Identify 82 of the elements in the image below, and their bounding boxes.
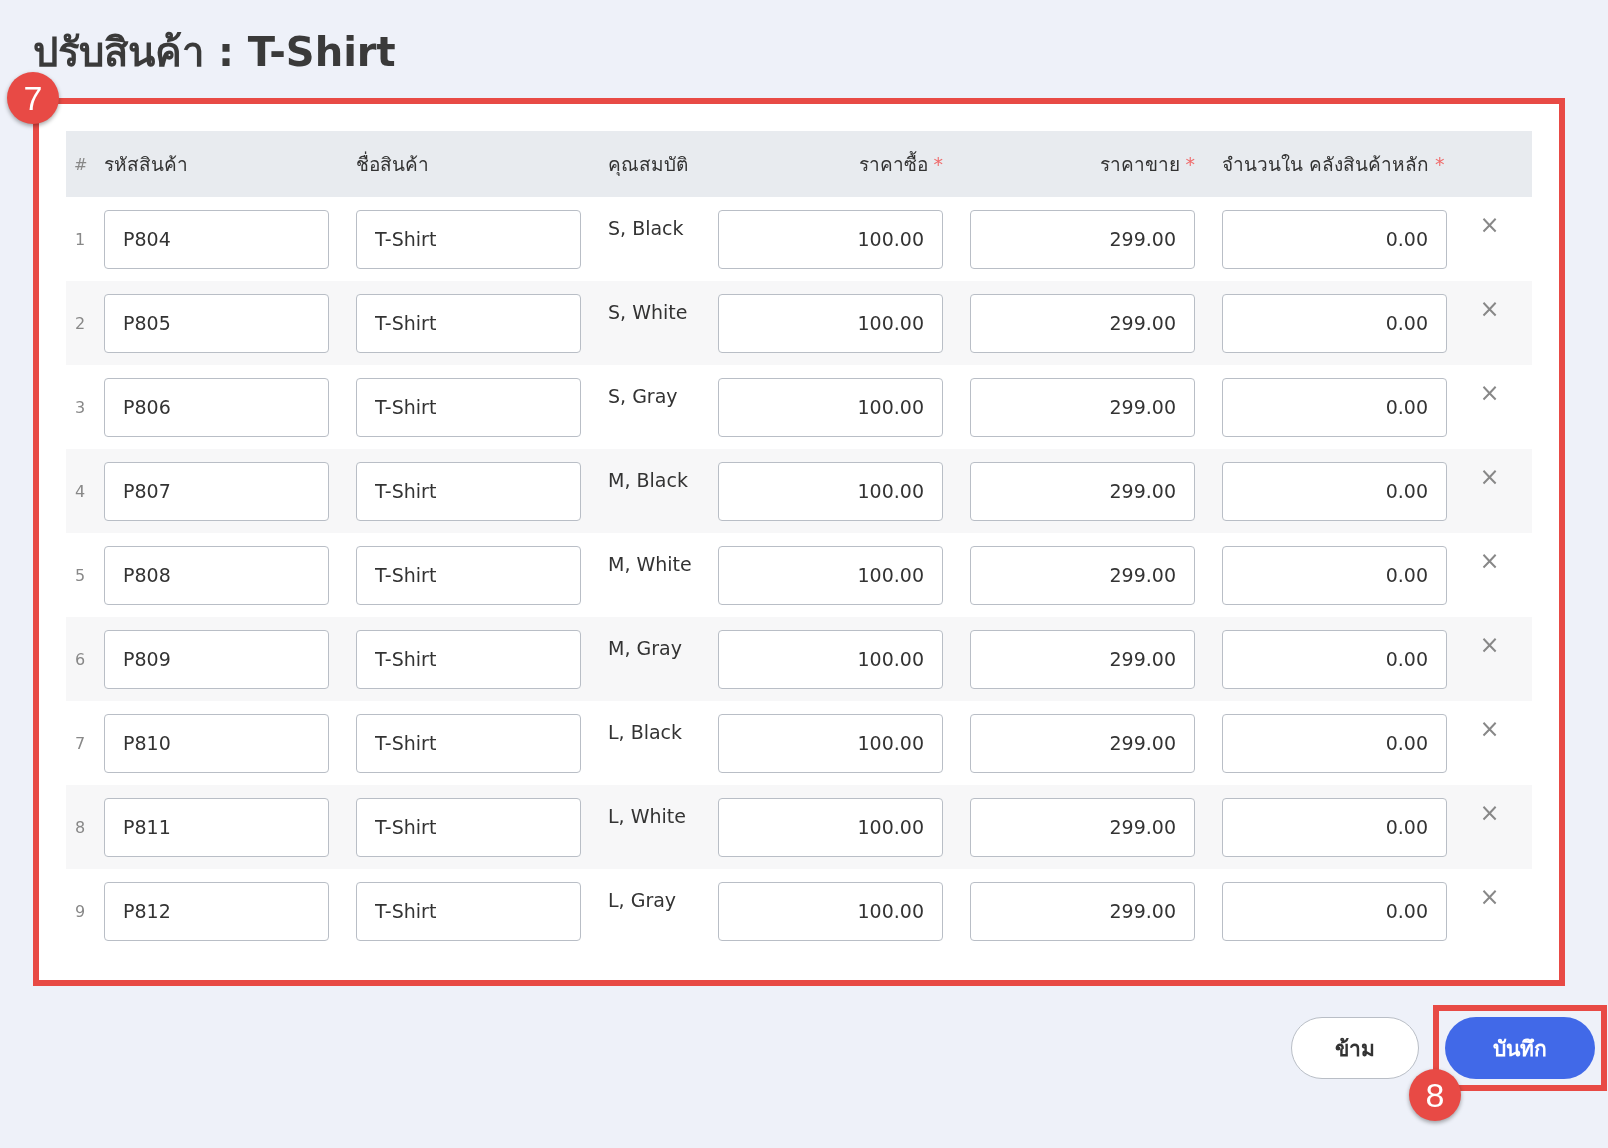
column-header: คุณสมบัติ <box>608 153 688 175</box>
required-mark: * <box>1185 153 1195 175</box>
attribute-text: M, White <box>608 553 693 575</box>
row-number: 3 <box>75 397 86 417</box>
input-field[interactable]: 100.00 <box>718 713 943 773</box>
remove-button[interactable]: × <box>1479 379 1500 407</box>
input-field[interactable]: 0.00 <box>1222 377 1447 437</box>
row-number: 5 <box>75 565 86 585</box>
input-field[interactable]: 299.00 <box>970 713 1195 773</box>
input-field[interactable]: 0.00 <box>1222 881 1447 941</box>
input-field[interactable]: 100.00 <box>718 209 943 269</box>
input-field[interactable]: 100.00 <box>718 881 943 941</box>
input-field[interactable]: 100.00 <box>718 461 943 521</box>
input-field[interactable]: 0.00 <box>1222 797 1447 857</box>
input-field[interactable]: 299.00 <box>970 377 1195 437</box>
callout-badge: 8 <box>1409 1069 1461 1121</box>
column-header: จำนวนใน คลังสินค้าหลัก <box>1222 153 1430 175</box>
column-header: ราคาซื้อ <box>858 153 928 175</box>
callout-badge: 7 <box>7 72 59 124</box>
input-field[interactable]: T-Shirt <box>356 713 581 773</box>
required-mark: * <box>933 153 943 175</box>
attribute-text: M, Black <box>608 469 689 491</box>
row-number: 7 <box>75 733 86 753</box>
column-header: ชื่อสินค้า <box>356 153 429 175</box>
column-header: # <box>74 154 88 174</box>
row-number: 9 <box>75 901 86 921</box>
input-field[interactable]: T-Shirt <box>356 377 581 437</box>
input-field[interactable]: 299.00 <box>970 461 1195 521</box>
input-field[interactable]: P810 <box>104 713 329 773</box>
input-field[interactable]: 100.00 <box>718 797 943 857</box>
save-button[interactable]: บันทึก <box>1445 1017 1595 1079</box>
input-field[interactable]: T-Shirt <box>356 461 581 521</box>
column-header: ราคาขาย <box>1099 153 1180 175</box>
input-field[interactable]: P811 <box>104 797 329 857</box>
attribute-text: S, White <box>608 301 689 323</box>
input-field[interactable]: 0.00 <box>1222 209 1447 269</box>
attribute-text: S, Gray <box>608 385 679 407</box>
input-field[interactable]: 299.00 <box>970 293 1195 353</box>
row-number: 2 <box>75 313 86 333</box>
row-number: 6 <box>75 649 86 669</box>
remove-button[interactable]: × <box>1479 883 1500 911</box>
input-field[interactable]: T-Shirt <box>356 209 581 269</box>
required-mark: * <box>1435 153 1445 175</box>
input-field[interactable]: 299.00 <box>970 797 1195 857</box>
input-field[interactable]: 0.00 <box>1222 629 1447 689</box>
input-field[interactable]: T-Shirt <box>356 797 581 857</box>
input-field[interactable]: 0.00 <box>1222 713 1447 773</box>
input-field[interactable]: T-Shirt <box>356 293 581 353</box>
input-field[interactable]: 299.00 <box>970 881 1195 941</box>
attribute-text: M, Gray <box>608 637 683 659</box>
attribute-text: L, Black <box>608 721 684 743</box>
input-field[interactable]: P804 <box>104 209 329 269</box>
input-field[interactable]: 299.00 <box>970 545 1195 605</box>
remove-button[interactable]: × <box>1479 547 1500 575</box>
attribute-text: L, White <box>608 805 687 827</box>
input-field[interactable]: P805 <box>104 293 329 353</box>
input-field[interactable]: T-Shirt <box>356 881 581 941</box>
input-field[interactable]: 100.00 <box>718 293 943 353</box>
input-field[interactable]: P808 <box>104 545 329 605</box>
input-field[interactable]: 100.00 <box>718 377 943 437</box>
remove-button[interactable]: × <box>1479 715 1500 743</box>
input-field[interactable]: 299.00 <box>970 209 1195 269</box>
input-field[interactable]: P812 <box>104 881 329 941</box>
input-field[interactable]: 0.00 <box>1222 461 1447 521</box>
row-number: 4 <box>75 481 86 501</box>
attribute-text: L, Gray <box>608 889 678 911</box>
remove-button[interactable]: × <box>1479 211 1500 239</box>
row-number: 1 <box>75 229 86 249</box>
input-field[interactable]: 0.00 <box>1222 293 1447 353</box>
attribute-text: S, Black <box>608 217 685 239</box>
input-field[interactable]: P806 <box>104 377 329 437</box>
input-field[interactable]: T-Shirt <box>356 545 581 605</box>
input-field[interactable]: 100.00 <box>718 545 943 605</box>
input-field[interactable]: 0.00 <box>1222 545 1447 605</box>
column-header: รหัสสินค้า <box>104 153 188 175</box>
input-field[interactable]: 100.00 <box>718 629 943 689</box>
input-field[interactable]: 299.00 <box>970 629 1195 689</box>
input-field[interactable]: T-Shirt <box>356 629 581 689</box>
input-field[interactable]: P807 <box>104 461 329 521</box>
row-number: 8 <box>75 817 86 837</box>
input-field[interactable]: P809 <box>104 629 329 689</box>
skip-button[interactable]: ข้าม <box>1291 1017 1419 1079</box>
